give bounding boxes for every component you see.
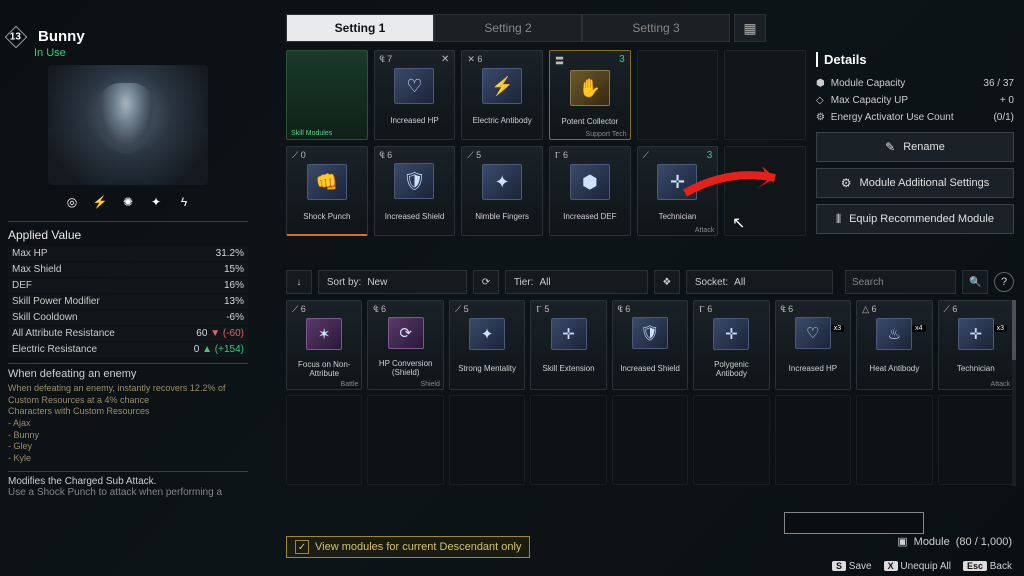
applied-value-panel: Applied Value Max HP31.2%Max Shield15%DE… — [8, 221, 248, 357]
settings-tabs: Setting 1 Setting 2 Setting 3 ▦ — [286, 14, 766, 42]
when-desc: When defeating an enemy, instantly recov… — [8, 383, 248, 465]
action-save[interactable]: S Save — [832, 561, 872, 572]
empty-inventory-slot[interactable] — [612, 395, 688, 485]
inventory-card[interactable]: ₠ 6 ♡ x3 Increased HP — [775, 300, 851, 390]
filter-bar: ↓ Sort by: New ⟳ Tier: All ❖ Socket: All… — [286, 270, 1014, 294]
detail-capacity: ⬢ Module Capacity36 / 37 — [816, 75, 1014, 92]
checkbox-icon: ✓ — [295, 540, 309, 554]
inventory-scrollbar[interactable] — [1012, 300, 1016, 486]
skill-icon-1[interactable]: ◎ — [61, 191, 83, 213]
empty-inventory-slot[interactable] — [856, 395, 932, 485]
empty-inventory-slot[interactable] — [286, 395, 362, 485]
module-icon: ▣ — [897, 535, 907, 548]
inventory-card[interactable]: Ⲅ 5 ✛ Skill Extension — [530, 300, 606, 390]
filter-descending-button[interactable]: ↓ — [286, 270, 312, 294]
charged-modifier: Modifies the Charged Sub Attack. Use a S… — [8, 471, 248, 498]
inventory-card[interactable]: ⟋ 5 ✦ Strong Mentality — [449, 300, 525, 390]
equipped-modules: Skill Modules₠ 7✕ ♡ Increased HP✕ 6 ⚡ El… — [286, 50, 806, 236]
empty-module-slot[interactable] — [637, 50, 719, 140]
search-icon[interactable]: 🔍 — [962, 270, 988, 294]
character-header: 13 Bunny — [8, 28, 248, 45]
module-card[interactable]: ⟋3 ✛ TechnicianAttack — [637, 146, 719, 236]
tab-setting-3[interactable]: Setting 3 — [582, 14, 730, 42]
module-card[interactable]: Ⲅ 6 ⬢ Increased DEF — [549, 146, 631, 236]
skill-icon-3[interactable]: ✺ — [117, 191, 139, 213]
inventory-card[interactable]: ⟋ 6 ✶ Focus on Non-AttributeBattle — [286, 300, 362, 390]
empty-inventory-slot[interactable] — [693, 395, 769, 485]
applied-value-header: Applied Value — [8, 226, 248, 246]
skill-icon-row: ◎ ⚡ ✺ ✦ ϟ — [8, 191, 248, 213]
refresh-button[interactable]: ⟳ — [473, 270, 499, 294]
module-card[interactable]: ⟋ 0 👊 Shock Punch — [286, 146, 368, 236]
when-defeating-panel: When defeating an enemy When defeating a… — [8, 363, 248, 465]
inventory-card[interactable]: ₠ 6 ⟳ HP Conversion (Shield)Shield — [367, 300, 443, 390]
stat-row: Skill Cooldown-6% — [8, 310, 248, 325]
edit-icon: ✎ — [885, 140, 895, 154]
status-in-use: In Use — [34, 47, 248, 59]
tooltip-box — [784, 512, 924, 534]
inventory-card[interactable]: Ⲅ 6 ✛ Polygenic Antibody — [693, 300, 769, 390]
character-portrait — [48, 65, 208, 185]
inventory-card[interactable]: ₠ 6 🛡 Increased Shield — [612, 300, 688, 390]
empty-inventory-slot[interactable] — [449, 395, 525, 485]
socket-filter-icon[interactable]: ❖ — [654, 270, 680, 294]
skill-module-slot[interactable]: Skill Modules — [286, 50, 368, 140]
inventory-card[interactable]: △ 6 ♨ x4 Heat Antibody — [856, 300, 932, 390]
search-input[interactable]: Search — [845, 270, 956, 294]
view-current-descendant-checkbox[interactable]: ✓ View modules for current Descendant on… — [286, 536, 530, 558]
details-header: Details — [816, 52, 1014, 67]
level-badge: 13 — [5, 25, 28, 48]
stat-row: Electric Resistance0 ▲ (+154) — [8, 342, 248, 357]
skill-icon-2[interactable]: ⚡ — [89, 191, 111, 213]
tier-dropdown[interactable]: Tier: All — [505, 270, 648, 294]
sort-dropdown[interactable]: Sort by: New — [318, 270, 467, 294]
tab-setting-2[interactable]: Setting 2 — [434, 14, 582, 42]
when-header: When defeating an enemy — [8, 368, 248, 380]
stat-row: All Attribute Resistance60 ▼ (-60) — [8, 326, 248, 341]
gear-icon: ⚙ — [841, 176, 852, 190]
module-count: ▣ Module (80 / 1,000) — [897, 535, 1012, 548]
skill-icon-4[interactable]: ✦ — [145, 191, 167, 213]
stat-row: Skill Power Modifier13% — [8, 294, 248, 309]
empty-module-slot[interactable] — [724, 146, 806, 236]
bottom-actions: S Save X Unequip All Esc Back — [832, 561, 1012, 572]
stat-row: Max HP31.2% — [8, 246, 248, 261]
empty-inventory-slot[interactable] — [775, 395, 851, 485]
detail-activator: ⚙ Energy Activator Use Count(0/1) — [816, 109, 1014, 126]
details-panel: Details ⬢ Module Capacity36 / 37 ◇ Max C… — [816, 52, 1014, 234]
empty-module-slot[interactable] — [724, 50, 806, 140]
tab-setting-1[interactable]: Setting 1 — [286, 14, 434, 42]
character-name: Bunny — [38, 28, 85, 45]
tab-grid-view-icon[interactable]: ▦ — [734, 14, 766, 42]
inventory-grid: ⟋ 6 ✶ Focus on Non-AttributeBattle₠ 6 ⟳ … — [286, 300, 1014, 485]
empty-inventory-slot[interactable] — [938, 395, 1014, 485]
left-panel: 13 Bunny In Use ◎ ⚡ ✺ ✦ ϟ Applied Value … — [8, 28, 248, 498]
module-card[interactable]: ⟋ 5 ✦ Nimble Fingers — [461, 146, 543, 236]
detail-capacity-up: ◇ Max Capacity UP+ 0 — [816, 92, 1014, 109]
bars-icon: ⫴ — [836, 212, 841, 227]
inventory-card[interactable]: ⟋ 6 ✛ x3 TechnicianAttack — [938, 300, 1014, 390]
module-card[interactable]: ✕ 6 ⚡ Electric Antibody — [461, 50, 543, 140]
module-additional-settings-button[interactable]: ⚙Module Additional Settings — [816, 168, 1014, 198]
stat-row: Max Shield15% — [8, 262, 248, 277]
equip-recommended-button[interactable]: ⫴Equip Recommended Module — [816, 204, 1014, 234]
skill-icon-5[interactable]: ϟ — [173, 191, 195, 213]
module-card[interactable]: ₠ 6 🛡 Increased Shield — [374, 146, 456, 236]
rename-button[interactable]: ✎Rename — [816, 132, 1014, 162]
empty-inventory-slot[interactable] — [530, 395, 606, 485]
help-button[interactable]: ? — [994, 272, 1014, 292]
socket-dropdown[interactable]: Socket: All — [686, 270, 833, 294]
stat-row: DEF16% — [8, 278, 248, 293]
module-card[interactable]: 〓3 ✋ Potent CollectorSupport Tech — [549, 50, 631, 140]
module-card[interactable]: ₠ 7✕ ♡ Increased HP — [374, 50, 456, 140]
action-unequip[interactable]: X Unequip All — [884, 561, 951, 572]
action-back[interactable]: Esc Back — [963, 561, 1012, 572]
empty-inventory-slot[interactable] — [367, 395, 443, 485]
